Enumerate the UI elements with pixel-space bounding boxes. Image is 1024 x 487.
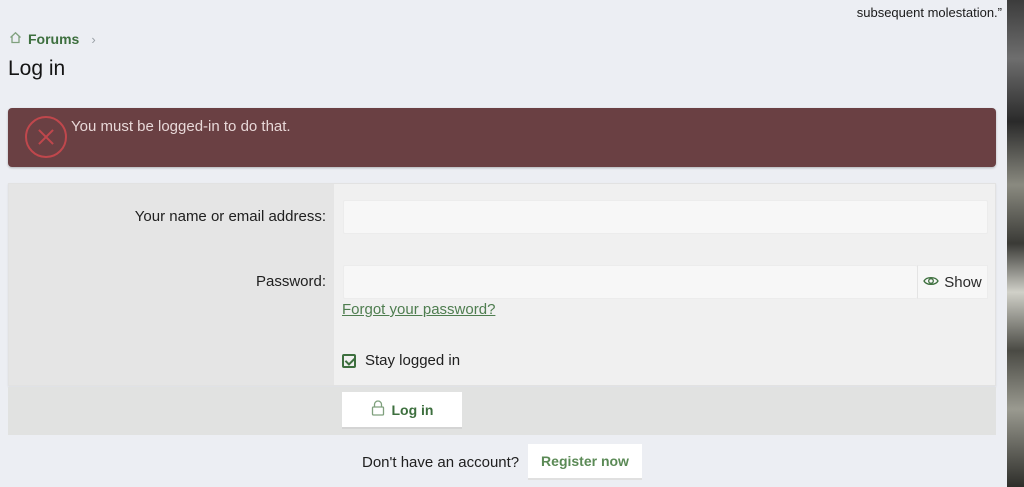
forgot-password-link[interactable]: Forgot your password? (342, 301, 495, 318)
show-password-label: Show (944, 273, 982, 291)
error-circle-x-icon (25, 116, 67, 158)
form-label-column: Your name or email address: Password: (9, 184, 334, 385)
password-input[interactable] (343, 265, 917, 299)
login-form: Your name or email address: Password: Sh… (8, 183, 996, 386)
background-image-strip (1007, 0, 1024, 487)
no-account-text: Don't have an account? (362, 454, 520, 471)
register-row: Don't have an account? Register now (0, 444, 1007, 480)
login-button-label: Log in (391, 401, 434, 418)
checkbox-checked-icon[interactable] (342, 353, 356, 368)
name-field-label: Your name or email address: (134, 208, 326, 225)
page-title: Log in (8, 57, 66, 80)
stay-logged-in-option[interactable]: Stay logged in (342, 352, 460, 369)
login-button[interactable]: Log in (342, 392, 462, 429)
chevron-right-icon: › (91, 31, 96, 47)
stay-logged-in-label: Stay logged in (365, 352, 461, 369)
eye-icon (923, 274, 939, 291)
breadcrumb-forums-link[interactable]: Forums (28, 31, 79, 47)
error-notice: You must be logged-in to do that. (8, 108, 996, 167)
home-icon[interactable] (9, 31, 22, 47)
error-message: You must be logged-in to do that. (71, 118, 291, 135)
quote-line: subsequent molestation.” (856, 5, 1002, 20)
show-password-button[interactable]: Show (917, 265, 988, 299)
breadcrumb: Forums › (9, 31, 96, 47)
lock-icon (371, 400, 385, 419)
form-submit-row: Log in (8, 387, 996, 435)
password-field-label: Password: (255, 273, 326, 290)
register-now-button[interactable]: Register now (528, 444, 642, 480)
name-or-email-input[interactable] (343, 200, 988, 234)
